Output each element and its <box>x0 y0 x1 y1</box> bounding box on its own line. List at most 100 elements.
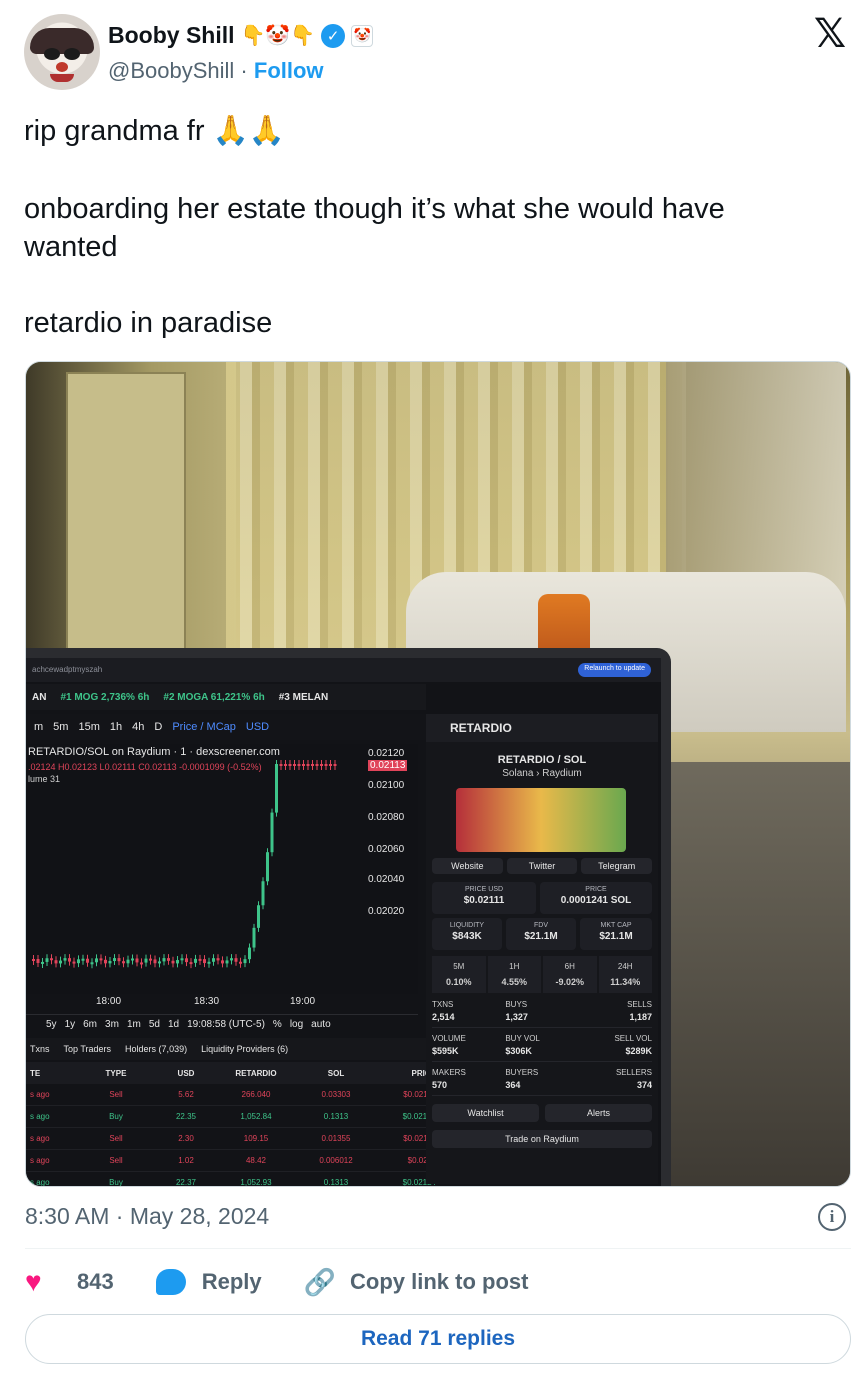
reply-bubble-icon[interactable] <box>155 1269 186 1295</box>
link-icon[interactable]: 🔗 <box>304 1267 336 1298</box>
metric-value: 374 <box>636 1080 652 1090</box>
chart-volume: lume 31 <box>28 774 61 784</box>
candlestick-chart <box>32 760 337 969</box>
candle-body <box>203 959 206 964</box>
time-tick: 19:00 <box>290 996 316 1007</box>
stat-value: $21.1M <box>524 931 558 942</box>
follow-button[interactable]: Follow <box>254 58 324 83</box>
ticker-item: #2 MOGA 61,221% 6h <box>163 692 265 703</box>
author-name-row: Booby Shill 👇🤡👇 ✓ 🤡 <box>108 22 374 49</box>
candle-body <box>252 927 256 948</box>
x-logo-icon[interactable]: 𝕏 <box>810 14 850 54</box>
candle-body <box>140 962 143 965</box>
column-header: USD <box>177 1068 195 1078</box>
stat-value: 0.0001241 SOL <box>560 895 632 906</box>
candle-body <box>149 958 152 961</box>
range-button: 3m <box>105 1019 119 1030</box>
price-change-cell: 6H -9.02% <box>543 956 597 993</box>
candle-body <box>50 958 53 961</box>
avatar-hair <box>30 28 94 54</box>
tweet-timestamp[interactable]: 8:30 AM · May 28, 2024 <box>25 1203 269 1230</box>
price-change-cell: 5M 0.10% <box>432 956 486 993</box>
cell: 2.30 <box>178 1134 194 1143</box>
avatar[interactable] <box>24 14 100 90</box>
tweet-photo[interactable]: achcewadptmyszah Relaunch to update AN #… <box>25 361 851 1187</box>
cell: Buy <box>109 1178 123 1187</box>
cell: 0.03303 <box>321 1090 351 1099</box>
candle-body <box>86 958 89 963</box>
candle-body <box>185 958 188 963</box>
cell: s ago <box>30 1112 50 1121</box>
cell: 5.62 <box>178 1090 194 1099</box>
range-bar: 5y 1y 6m 3m 1m 5d 1d 19:08:58 (UTC-5) % … <box>26 1014 418 1036</box>
copy-link-button[interactable]: Copy link to post <box>350 1269 528 1295</box>
candle-body <box>284 764 287 766</box>
candle-body <box>81 958 85 961</box>
cell: 0.1313 <box>323 1178 349 1187</box>
heart-icon[interactable]: ♥ <box>25 1267 55 1297</box>
table-header: TE TYPE USD RETARDIO SOL PRICE <box>26 1062 436 1084</box>
read-replies-button[interactable]: Read 71 replies <box>25 1314 851 1364</box>
timeframe: D <box>154 721 163 733</box>
candle-body <box>108 961 112 964</box>
stat-price-sol: PRICE 0.0001241 SOL <box>540 882 652 914</box>
divider <box>25 1248 851 1249</box>
cell: Sell <box>109 1134 123 1143</box>
cell: s ago <box>30 1090 50 1099</box>
column-header: TYPE <box>105 1068 127 1078</box>
metric-label: BUYS <box>505 1000 528 1009</box>
candle-body <box>324 764 328 766</box>
price-change-value: 0.10% <box>432 974 486 990</box>
token-panel-header: RETARDIO <box>426 714 658 742</box>
stat-fdv: FDV $21.1M <box>506 918 576 950</box>
metric-value: 1,187 <box>629 1012 652 1022</box>
candle-body <box>225 960 229 964</box>
token-links: Website Twitter Telegram <box>432 858 653 874</box>
price-change-label: 6H <box>543 959 597 974</box>
affiliation-badge-icon[interactable]: 🤡 <box>351 24 374 47</box>
table-row: s ago Buy 22.35 1,052.84 0.1313 $0.02123 <box>26 1106 436 1128</box>
candle-body <box>90 962 94 965</box>
cell: 266.040 <box>241 1090 271 1099</box>
candle-body <box>95 958 98 963</box>
timeframe: 5m <box>53 721 69 733</box>
info-icon[interactable]: i <box>818 1203 846 1231</box>
cell: Sell <box>109 1156 123 1165</box>
ticker-item: #3 MELAN <box>278 692 329 703</box>
like-count[interactable]: 843 <box>77 1269 114 1295</box>
stat-label: PRICE USD <box>464 886 504 893</box>
candle-body <box>77 959 80 964</box>
stat-label: MKT CAP <box>600 922 632 929</box>
timeframe: 1h <box>109 721 123 733</box>
tab-top-traders: Top Traders <box>63 1044 112 1054</box>
candle-body <box>144 958 148 963</box>
scale-option: auto <box>311 1019 331 1030</box>
metric-label: SELLERS <box>615 1068 652 1077</box>
tweet-text-line: onboarding her estate though it’s what s… <box>24 193 725 263</box>
candle-body <box>63 958 67 961</box>
display-name[interactable]: Booby Shill <box>108 22 235 49</box>
telegram-link: Telegram <box>581 858 653 874</box>
photo-cabinet <box>666 762 850 1186</box>
chart-ohlc: .02124 H0.02123 L0.02111 C0.02113 -0.000… <box>28 762 262 772</box>
token-banner-image <box>456 788 626 852</box>
column-header: RETARDIO <box>235 1068 277 1078</box>
candle-body <box>32 959 35 961</box>
candle-body <box>162 958 166 962</box>
tweet-card: Booby Shill 👇🤡👇 ✓ 🤡 @BoobyShill · Follow… <box>0 0 864 1380</box>
price-change-row: 5M 0.10% 1H 4.55% 6H -9.02% 24H 11.34% <box>432 956 652 993</box>
handle[interactable]: @BoobyShill <box>108 58 234 83</box>
reply-button[interactable]: Reply <box>202 1269 262 1295</box>
price-tick: 0.02100 <box>368 780 405 791</box>
candle-body <box>306 764 310 766</box>
candle-body <box>198 958 202 961</box>
ticker-item: #1 MOG 2,736% 6h <box>60 692 150 703</box>
relaunch-button: Relaunch to update <box>578 663 651 677</box>
candle-body <box>158 961 161 964</box>
cell: s ago <box>30 1134 50 1143</box>
candle-body <box>261 881 265 906</box>
range-button: 5y <box>46 1019 57 1030</box>
trading-metrics: TXNS 2,514 BUYS 1,327 SELLS 1,187 VOLUME $59… <box>432 994 652 1096</box>
candle-body <box>167 958 170 961</box>
website-link: Website <box>432 858 503 874</box>
